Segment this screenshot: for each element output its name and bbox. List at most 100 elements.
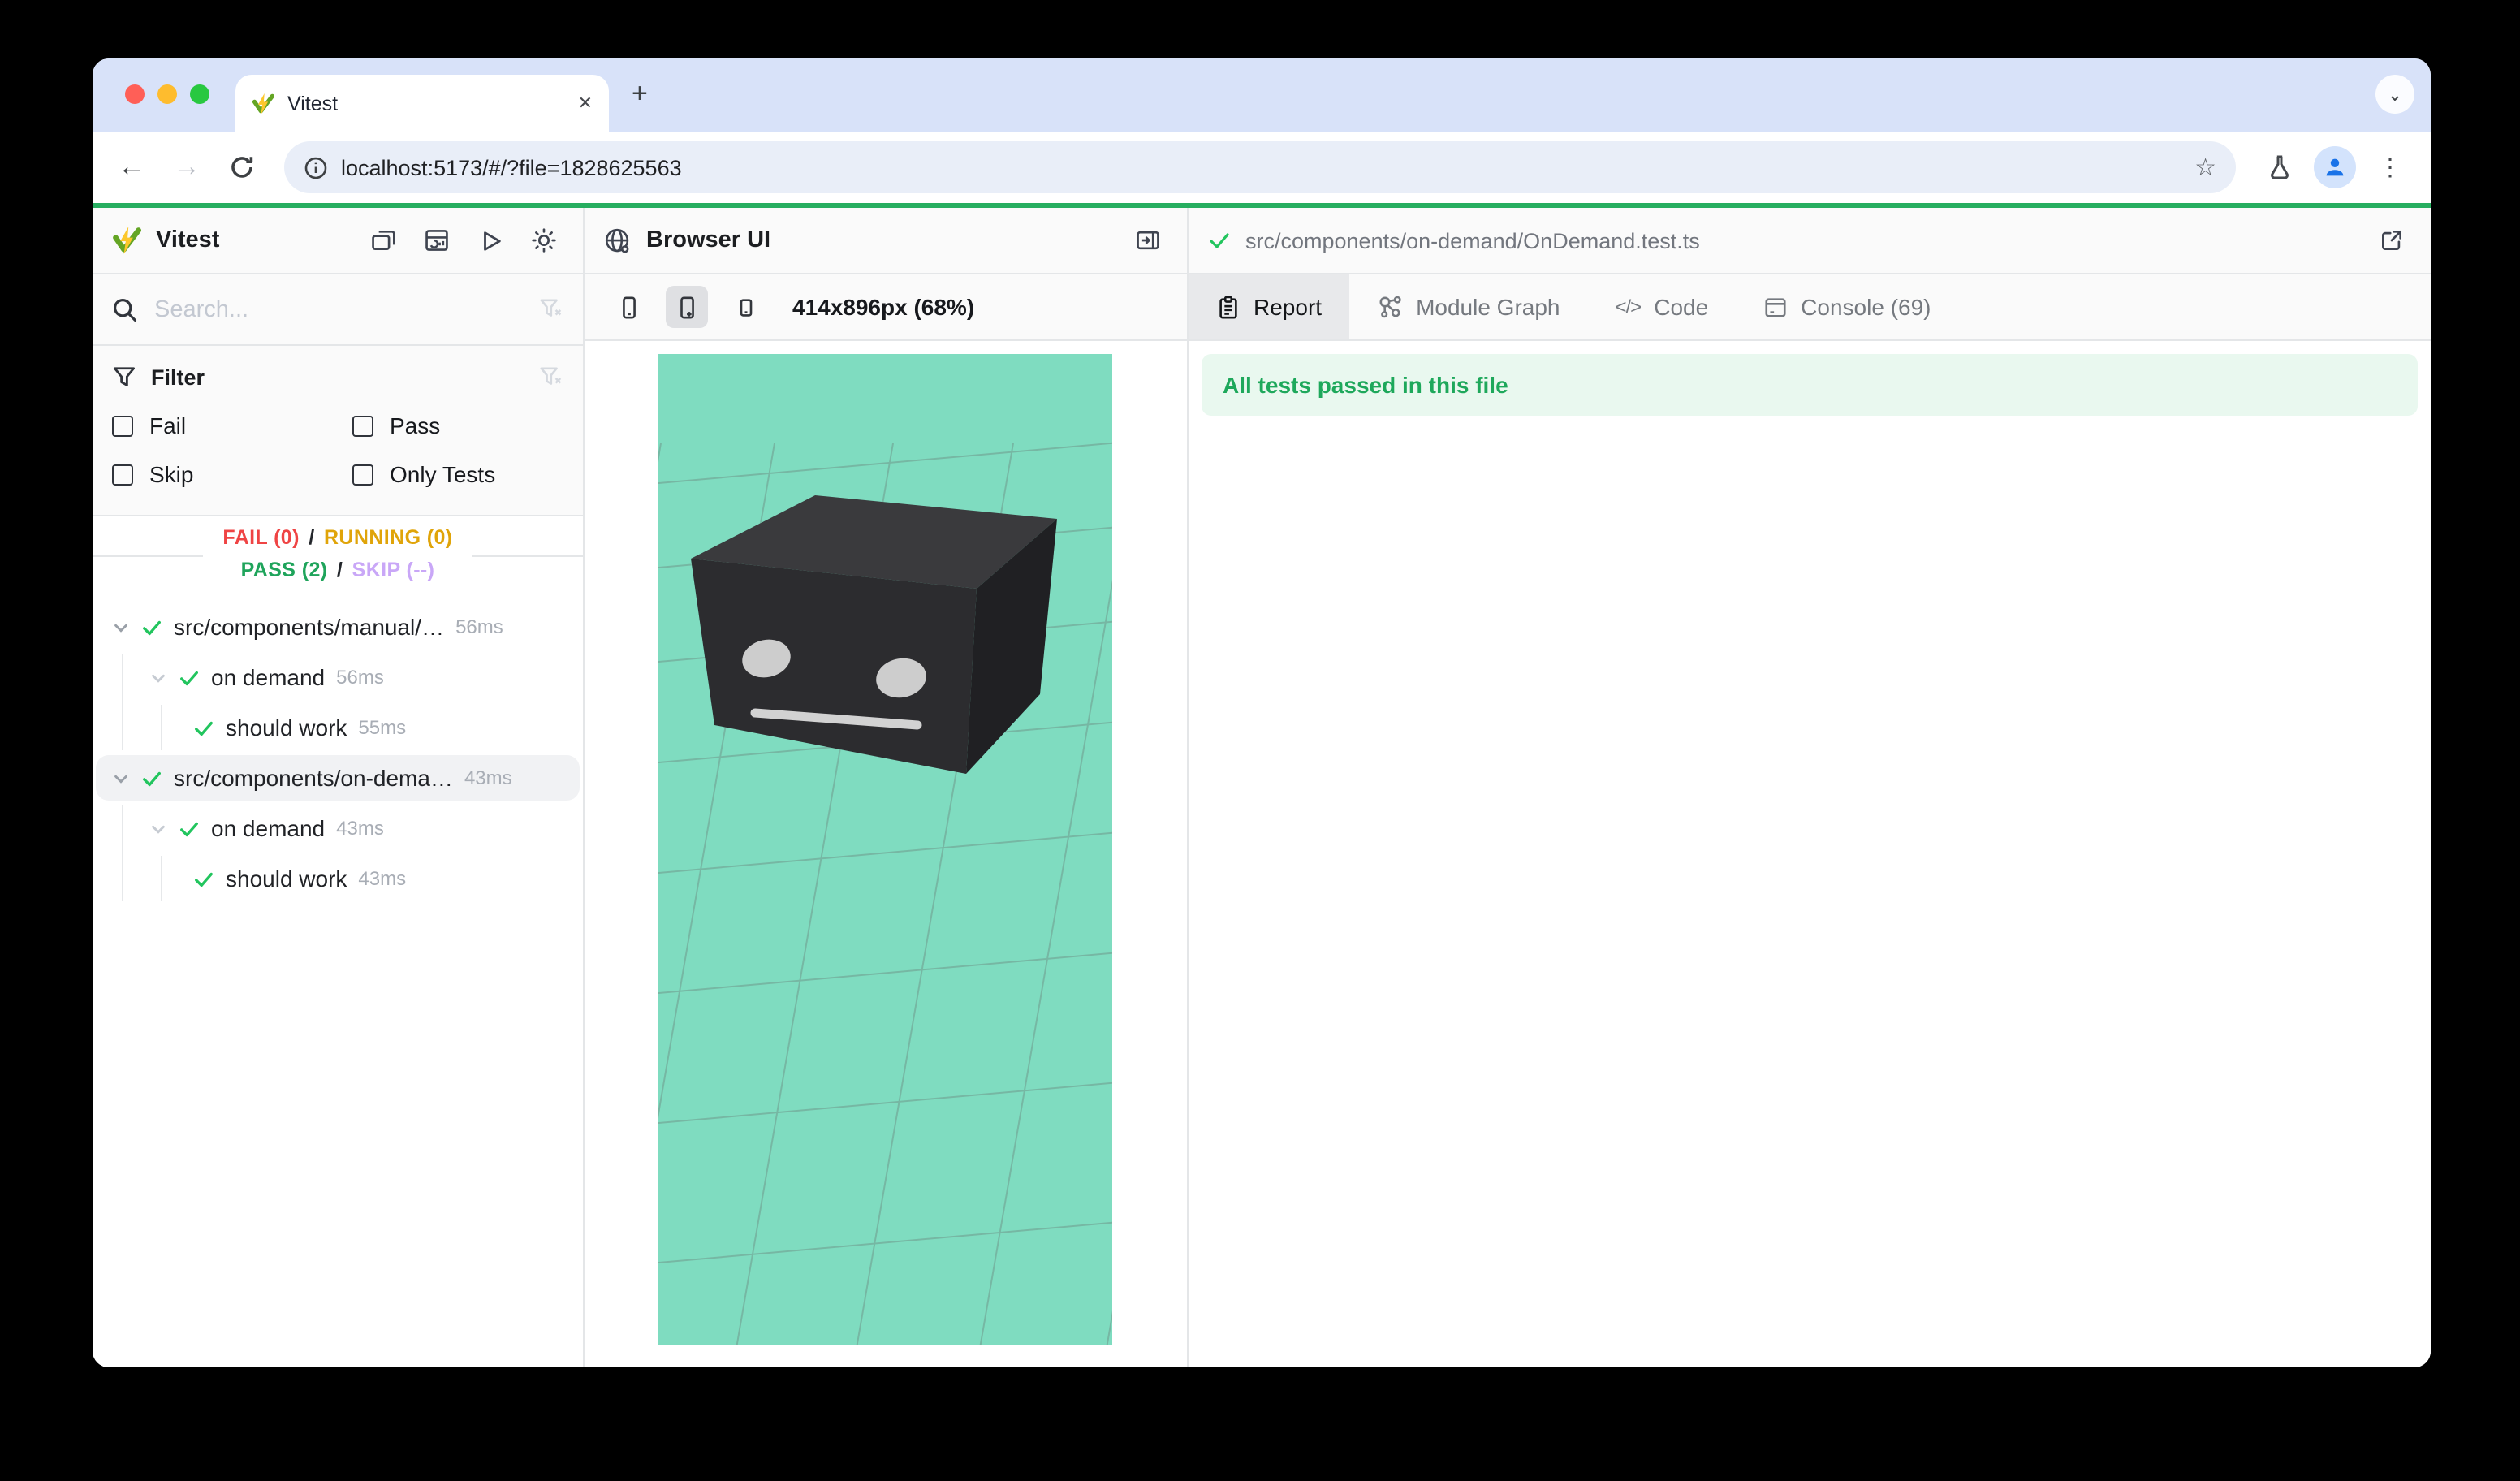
tree-row-suite-on-demand-2[interactable]: on demand 43ms <box>96 805 580 851</box>
checkbox-icon[interactable] <box>352 415 373 436</box>
code-icon: </> <box>1616 296 1642 318</box>
browser-ui-title: Browser UI <box>646 227 770 253</box>
test-viewport-canvas[interactable] <box>658 354 1112 1345</box>
chevron-down-icon[interactable] <box>149 668 167 686</box>
tree-row-suite-on-demand[interactable]: on demand 56ms <box>96 654 580 700</box>
browser-ui-panel: Browser UI <box>585 208 1189 1367</box>
test-tree: src/components/manual/… 56ms on demand 5… <box>93 594 583 1367</box>
vitest-ui: Vitest <box>93 208 2431 1367</box>
checkbox-icon[interactable] <box>352 464 373 485</box>
chevron-down-icon[interactable] <box>149 819 167 837</box>
filter-checkbox-fail[interactable]: Fail <box>112 401 352 450</box>
filter-section: Filter Fail <box>93 346 583 516</box>
filter-title: Filter <box>151 365 524 389</box>
test-summary-counts: FAIL (0) / RUNNING (0) PASS (2) / SKIP (… <box>203 520 472 588</box>
report-content: All tests passed in this file <box>1189 341 2431 1367</box>
search-icon <box>112 296 138 322</box>
console-icon <box>1763 295 1788 319</box>
module-graph-icon <box>1377 294 1403 320</box>
filter-checkbox-only-tests[interactable]: Only Tests <box>352 450 563 499</box>
globe-icon <box>604 227 632 254</box>
sidebar-header: Vitest <box>93 208 583 274</box>
pass-check-icon <box>141 616 162 637</box>
new-tab-button[interactable]: + <box>632 78 648 110</box>
file-pass-check-icon <box>1208 229 1231 252</box>
tab-title: Vitest <box>287 92 565 114</box>
report-panel-icon[interactable] <box>417 221 456 260</box>
tab-code[interactable]: </> Code <box>1588 274 1737 339</box>
tree-row-file-manual[interactable]: src/components/manual/… 56ms <box>96 604 580 650</box>
clear-search-filter-icon[interactable] <box>539 297 563 322</box>
bookmark-star-icon[interactable]: ☆ <box>2194 153 2216 182</box>
skip-count: SKIP (--) <box>352 559 435 581</box>
vitest-favicon-icon <box>252 92 274 114</box>
browser-ui-content <box>585 341 1187 1367</box>
url-text: localhost:5173/#/?file=1828625563 <box>341 155 2181 179</box>
search-placeholder: Search... <box>154 296 523 322</box>
url-input[interactable]: localhost:5173/#/?file=1828625563 ☆ <box>284 141 2236 193</box>
indent-guide <box>122 654 123 750</box>
device-toolbar: 414x896px (68%) <box>585 274 1187 341</box>
filter-checkbox-skip[interactable]: Skip <box>112 450 352 499</box>
search-input[interactable]: Search... <box>93 274 583 346</box>
site-info-icon[interactable] <box>304 155 328 179</box>
browser-toolbar: ← → localhost:5173/#/?file=1828625563 <box>93 132 2431 203</box>
pass-check-icon <box>193 868 214 889</box>
fail-count: FAIL (0) <box>222 526 299 549</box>
tab-module-graph[interactable]: Module Graph <box>1349 274 1587 339</box>
indent-guide <box>161 856 162 901</box>
chevron-down-icon[interactable] <box>112 618 130 636</box>
dashboard-windows-icon[interactable] <box>364 221 403 260</box>
tree-row-file-on-demand[interactable]: src/components/on-dema… 43ms <box>96 755 580 801</box>
pass-check-icon <box>179 667 200 688</box>
chrome-menu-kebab-icon[interactable]: ⋮ <box>2366 143 2414 192</box>
device-tablet-icon[interactable] <box>724 286 766 328</box>
reload-button[interactable] <box>219 145 265 190</box>
open-external-icon[interactable] <box>2372 221 2411 260</box>
filter-options: Fail Pass Skip Only Tests <box>112 401 563 499</box>
tree-row-test-should-work-2[interactable]: should work 43ms <box>96 856 580 901</box>
clipboard-icon <box>1216 295 1241 319</box>
chevron-down-icon[interactable] <box>112 769 130 787</box>
pass-check-icon <box>193 717 214 738</box>
checkbox-icon[interactable] <box>112 464 133 485</box>
close-window-button[interactable] <box>125 84 145 104</box>
clear-filter-icon[interactable] <box>539 365 563 389</box>
dock-panel-icon[interactable] <box>1128 221 1167 260</box>
device-phone-plus-icon[interactable] <box>666 286 708 328</box>
minimize-window-button[interactable] <box>158 84 177 104</box>
close-tab-icon[interactable]: ✕ <box>578 93 593 114</box>
theme-toggle-sun-icon[interactable] <box>524 221 563 260</box>
filter-checkbox-pass[interactable]: Pass <box>352 401 563 450</box>
filter-title-row: Filter <box>112 359 563 395</box>
viewport-size-label: 414x896px (68%) <box>792 294 974 320</box>
browser-tab[interactable]: Vitest ✕ <box>235 75 609 132</box>
run-all-play-icon[interactable] <box>471 221 510 260</box>
pass-count: PASS (2) <box>241 559 328 581</box>
report-tab-bar: Report Module Graph </> Code <box>1189 274 2431 341</box>
tab-list-chevron-icon[interactable]: ⌄ <box>2375 75 2414 114</box>
funnel-icon <box>112 365 136 389</box>
browser-ui-header: Browser UI <box>585 208 1187 274</box>
experiments-flask-icon[interactable] <box>2255 143 2304 192</box>
tab-report[interactable]: Report <box>1189 274 1349 339</box>
tab-console[interactable]: Console (69) <box>1736 274 1958 339</box>
back-button[interactable]: ← <box>109 145 154 190</box>
tree-row-test-should-work[interactable]: should work 55ms <box>96 705 580 750</box>
browser-window: Vitest ✕ + ⌄ ← → <box>93 58 2431 1367</box>
report-header: src/components/on-demand/OnDemand.test.t… <box>1189 208 2431 274</box>
app-title: Vitest <box>156 227 219 253</box>
test-summary: FAIL (0) / RUNNING (0) PASS (2) / SKIP (… <box>93 520 583 594</box>
running-count: RUNNING (0) <box>324 526 453 549</box>
pass-check-icon <box>179 818 200 839</box>
checkbox-icon[interactable] <box>112 415 133 436</box>
profile-avatar[interactable] <box>2314 146 2356 188</box>
indent-guide <box>161 705 162 750</box>
sidebar: Vitest <box>93 208 585 1367</box>
forward-button[interactable]: → <box>164 145 209 190</box>
pass-check-icon <box>141 767 162 788</box>
all-tests-passed-banner: All tests passed in this file <box>1202 354 2418 416</box>
zoom-window-button[interactable] <box>190 84 209 104</box>
device-phone-icon[interactable] <box>607 286 649 328</box>
report-panel: src/components/on-demand/OnDemand.test.t… <box>1189 208 2431 1367</box>
